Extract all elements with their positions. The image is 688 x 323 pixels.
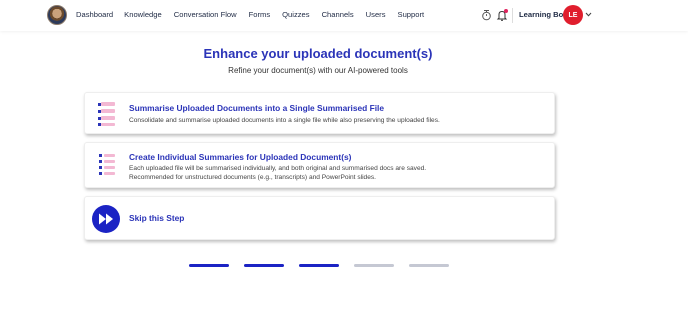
main-nav: Dashboard Knowledge Conversation Flow Fo… xyxy=(76,9,436,21)
step-indicator xyxy=(299,264,339,267)
bot-name[interactable]: Learning Bot xyxy=(519,10,566,19)
alarm-icon[interactable] xyxy=(481,9,492,21)
step-indicator xyxy=(244,264,284,267)
nav-item-quizzes[interactable]: Quizzes xyxy=(282,9,309,21)
step-indicator xyxy=(189,264,229,267)
nav-item-support[interactable]: Support xyxy=(398,9,425,21)
nav-item-dashboard[interactable]: Dashboard xyxy=(76,9,113,21)
option-title: Skip this Step xyxy=(129,213,185,223)
step-indicator xyxy=(354,264,394,267)
avatar[interactable]: LE xyxy=(563,5,583,25)
step-indicator xyxy=(409,264,449,267)
fast-forward-icon xyxy=(92,205,120,233)
document-list-icon xyxy=(99,154,115,175)
option-description: Each uploaded file will be summarised in… xyxy=(129,164,549,182)
nav-item-knowledge[interactable]: Knowledge xyxy=(124,9,162,21)
step-progress xyxy=(189,264,464,267)
avatar-initials: LE xyxy=(568,11,578,19)
option-title: Summarise Uploaded Documents into a Sing… xyxy=(129,103,385,113)
nav-item-conversation-flow[interactable]: Conversation Flow xyxy=(174,9,237,21)
option-description-line: Recommended for unstructured documents (… xyxy=(129,174,377,181)
chevron-down-icon[interactable] xyxy=(585,11,592,18)
option-description-line: Each uploaded file will be summarised in… xyxy=(129,165,427,172)
page-title: Enhance your uploaded document(s) xyxy=(203,46,433,61)
logo[interactable] xyxy=(47,5,67,25)
document-summary-icon xyxy=(98,102,115,126)
notification-dot xyxy=(504,9,508,13)
option-description: Consolidate and summarise uploaded docum… xyxy=(129,117,440,124)
option-title: Create Individual Summaries for Uploaded… xyxy=(129,152,352,162)
divider xyxy=(512,8,513,23)
option-individual-summaries[interactable]: Create Individual Summaries for Uploaded… xyxy=(84,142,555,188)
skip-step-button[interactable]: Skip this Step xyxy=(84,196,555,240)
page-subtitle: Refine your document(s) with our AI-powe… xyxy=(228,66,408,75)
nav-item-channels[interactable]: Channels xyxy=(322,9,354,21)
nav-item-users[interactable]: Users xyxy=(366,9,386,21)
top-navigation-bar: Dashboard Knowledge Conversation Flow Fo… xyxy=(0,0,688,31)
option-single-summary[interactable]: Summarise Uploaded Documents into a Sing… xyxy=(84,92,555,134)
nav-item-forms[interactable]: Forms xyxy=(249,9,271,21)
